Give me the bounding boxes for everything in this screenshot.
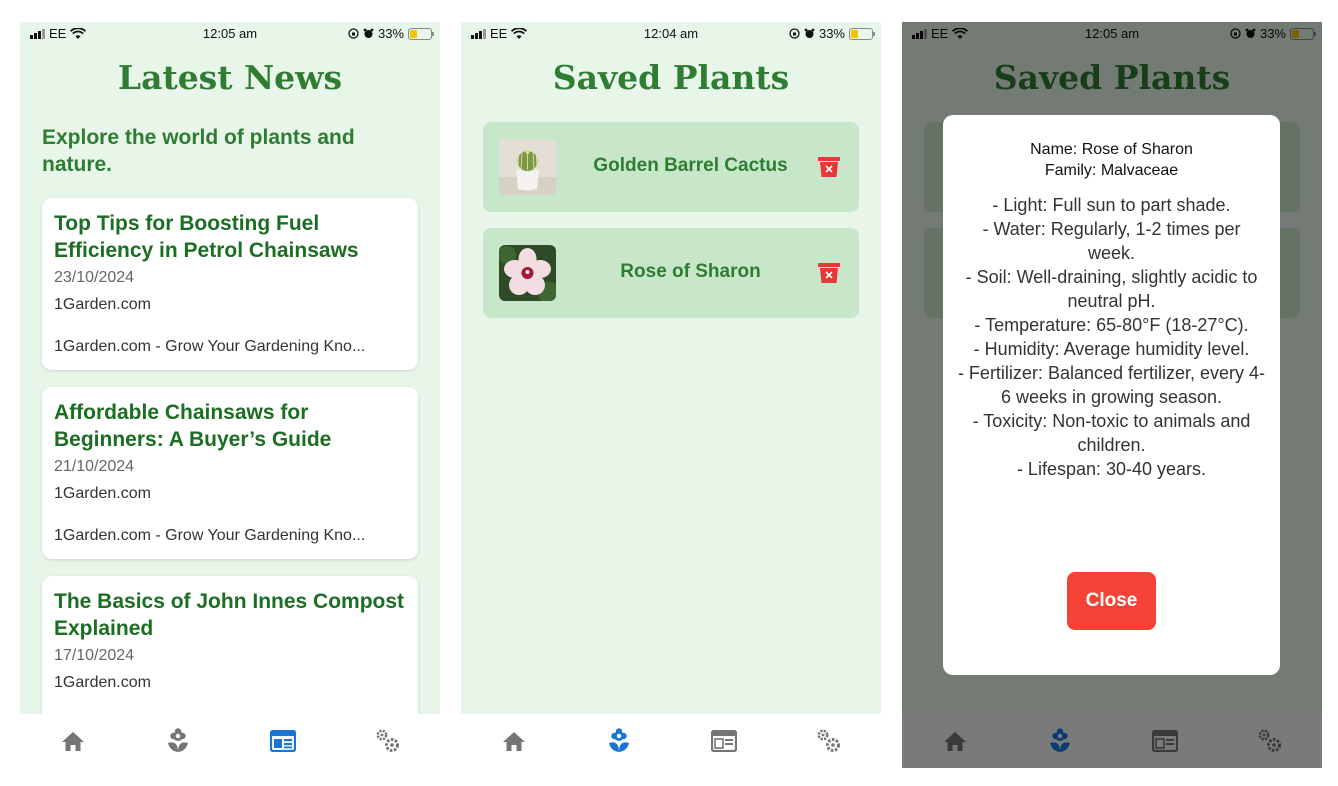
delete-button[interactable]: [817, 155, 841, 179]
tab-home[interactable]: [934, 720, 976, 762]
care-toxicity: - Toxicity: Non-toxic to animals and chi…: [972, 411, 1251, 455]
tab-plants[interactable]: [157, 720, 199, 762]
care-temperature: - Temperature: 65-80°F (18-27°C).: [974, 315, 1249, 335]
saved-plants-screen: EE 12:05 am 33% Saved Plants Name: Rose …: [902, 22, 1322, 714]
battery-icon: [408, 27, 434, 40]
phone-saved-plants: EE 12:04 am 33% Saved Plants Golden Barr…: [461, 22, 881, 768]
hibiscus-flower-image: [499, 245, 556, 301]
home-icon: [943, 732, 966, 751]
plant-icon: [1049, 728, 1070, 752]
page-title: Latest News: [117, 58, 343, 97]
care-water: - Water: Regularly, 1-2 times per week.: [982, 219, 1241, 263]
care-fertilizer: - Fertilizer: Balanced fertilizer, every…: [957, 363, 1266, 407]
care-details: - Light: Full sun to part shade. - Water…: [957, 193, 1266, 481]
page-title: Saved Plants: [552, 58, 790, 97]
tab-home[interactable]: [493, 720, 535, 762]
news-icon: [710, 730, 737, 752]
phone-latest-news: EE 12:05 am 33% Latest News Explore the …: [20, 22, 440, 768]
tab-plants[interactable]: [1039, 720, 1081, 762]
news-source: 1Garden.com: [54, 674, 151, 691]
battery-fill: [851, 29, 858, 38]
tab-home[interactable]: [52, 720, 94, 762]
news-description: 1Garden.com - Grow Your Gardening Kno...: [54, 527, 366, 544]
page-subtitle: Explore the world of plants and nature.: [42, 126, 355, 176]
home-icon: [61, 732, 84, 751]
tab-settings[interactable]: [1249, 720, 1291, 762]
tab-news[interactable]: [703, 720, 745, 762]
news-title: Affordable Chainsaws for Beginners: A Bu…: [54, 401, 332, 451]
plant-name: Golden Barrel Cactus: [593, 155, 788, 176]
orientation-lock-icon: [789, 28, 800, 39]
tab-news[interactable]: [1144, 720, 1186, 762]
news-date: 21/10/2024: [54, 458, 135, 475]
orientation-lock-icon: [348, 28, 359, 39]
news-icon: [269, 730, 296, 752]
news-card[interactable]: The Basics of John Innes Compost Explain…: [42, 576, 418, 714]
battery-icon: [849, 27, 875, 40]
news-source: 1Garden.com: [54, 485, 151, 502]
battery-fill: [410, 29, 417, 38]
care-soil: - Soil: Well-draining, slightly acidic t…: [965, 267, 1258, 311]
care-light: - Light: Full sun to part shade.: [992, 195, 1231, 215]
news-description: 1Garden.com - Grow Your Gardening Kno...: [54, 338, 366, 355]
status-bar: EE 12:04 am 33%: [461, 22, 881, 44]
care-lifespan: - Lifespan: 30-40 years.: [1016, 459, 1207, 479]
saved-plant-item[interactable]: Golden Barrel Cactus: [483, 122, 859, 212]
alarm-icon: [363, 28, 374, 38]
tab-bar: [20, 714, 440, 768]
tab-bar: [461, 714, 881, 768]
cactus-image: [499, 139, 556, 195]
news-date: 23/10/2024: [54, 269, 135, 286]
delete-button[interactable]: [817, 261, 841, 285]
close-button[interactable]: Close: [1067, 572, 1156, 630]
news-title: The Basics of John Innes Compost Explain…: [54, 590, 405, 640]
trash-icon: [818, 157, 840, 177]
news-date: 17/10/2024: [54, 647, 135, 664]
news-source: 1Garden.com: [54, 296, 151, 313]
trash-icon: [818, 263, 840, 283]
settings-icon: [376, 729, 399, 752]
plant-icon: [167, 728, 188, 752]
battery-percent: 33%: [377, 26, 404, 41]
settings-icon: [1258, 729, 1281, 752]
tab-news[interactable]: [262, 720, 304, 762]
care-humidity: - Humidity: Average humidity level.: [973, 339, 1250, 359]
tab-settings[interactable]: [367, 720, 409, 762]
news-card[interactable]: Affordable Chainsaws for Beginners: A Bu…: [42, 387, 418, 559]
phone-plant-details: EE 12:05 am 33% Saved Plants Name: Rose …: [902, 22, 1322, 768]
settings-icon: [817, 729, 840, 752]
home-icon: [502, 732, 525, 751]
plant-name-label: Name: Rose of Sharon: [1030, 141, 1193, 158]
tab-plants[interactable]: [598, 720, 640, 762]
news-screen: EE 12:05 am 33% Latest News Explore the …: [20, 22, 440, 714]
news-card[interactable]: Top Tips for Boosting Fuel Efficiency in…: [42, 198, 418, 370]
news-title: Top Tips for Boosting Fuel Efficiency in…: [54, 212, 359, 262]
plant-name: Rose of Sharon: [620, 261, 761, 282]
saved-plant-item[interactable]: Rose of Sharon: [483, 228, 859, 318]
tab-bar: [902, 714, 1322, 768]
plant-family-label: Family: Malvaceae: [1044, 162, 1179, 179]
tab-settings[interactable]: [808, 720, 850, 762]
alarm-icon: [804, 28, 815, 38]
news-icon: [1151, 730, 1178, 752]
status-bar: EE 12:05 am 33%: [20, 22, 440, 44]
plant-icon: [608, 728, 629, 752]
saved-plants-screen: EE 12:04 am 33% Saved Plants Golden Barr…: [461, 22, 881, 714]
battery-percent: 33%: [818, 26, 845, 41]
plant-details-modal: Name: Rose of Sharon Family: Malvaceae -…: [943, 115, 1280, 675]
